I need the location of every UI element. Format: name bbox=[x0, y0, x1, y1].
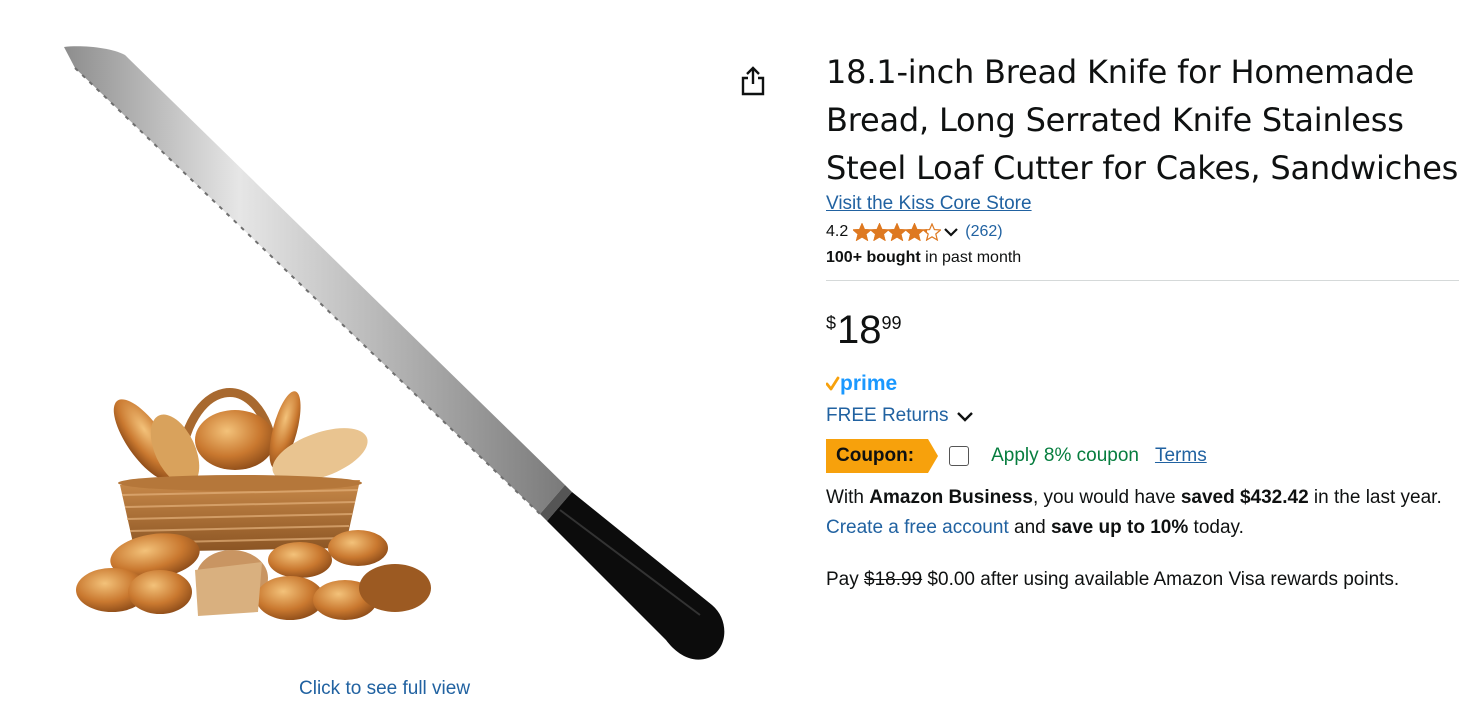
pay-text: Pay bbox=[826, 569, 865, 590]
product-image-area[interactable]: Click to see full view bbox=[0, 0, 790, 701]
prime-logo: prime bbox=[826, 372, 897, 395]
coupon-checkbox[interactable] bbox=[949, 446, 970, 466]
bread-basket-image bbox=[76, 388, 431, 620]
business-text: , you would have bbox=[1032, 487, 1181, 508]
prime-check-icon bbox=[826, 376, 840, 391]
chevron-down-icon bbox=[957, 412, 974, 422]
rating-value: 4.2 bbox=[826, 223, 849, 240]
business-text: in the last year. bbox=[1308, 487, 1442, 508]
business-discount: save up to 10% bbox=[1050, 517, 1189, 538]
rating-row: 4.2 (262) bbox=[826, 219, 1459, 245]
price: $ 18 99 bbox=[826, 309, 1459, 353]
returns-caret[interactable] bbox=[956, 410, 974, 422]
coupon-row: Coupon: Apply 8% coupon Terms bbox=[826, 439, 1459, 473]
star-rating[interactable] bbox=[853, 223, 942, 241]
free-returns-label: FREE Returns bbox=[826, 405, 949, 426]
apply-coupon-label[interactable]: Apply 8% coupon bbox=[991, 445, 1139, 467]
amazon-business-name: Amazon Business bbox=[869, 487, 1033, 508]
create-account-link[interactable]: Create a free account bbox=[826, 517, 1009, 538]
divider bbox=[826, 280, 1459, 281]
product-info: 18.1-inch Bread Knife for Homemade Bread… bbox=[826, 48, 1459, 595]
visa-rewards-offer: Pay $18.99 $0.00 after using available A… bbox=[826, 565, 1459, 595]
product-image[interactable] bbox=[0, 0, 790, 701]
prime-label: prime bbox=[840, 372, 897, 395]
full-view-link[interactable]: Click to see full view bbox=[299, 678, 470, 700]
bought-count: 100+ bought bbox=[826, 249, 921, 266]
price-fraction: 99 bbox=[881, 313, 902, 333]
bought-period: in past month bbox=[920, 249, 1022, 266]
pay-text: $0.00 after using available Amazon Visa … bbox=[922, 569, 1400, 590]
amazon-business-offer: With Amazon Business, you would have sav… bbox=[826, 483, 1459, 543]
coupon-badge: Coupon: bbox=[826, 439, 939, 473]
free-returns[interactable]: FREE Returns bbox=[826, 403, 1459, 429]
review-count-link[interactable]: (262) bbox=[965, 223, 1002, 241]
share-button[interactable] bbox=[740, 66, 774, 102]
chevron-down-icon bbox=[944, 228, 959, 237]
pay-old-price: $18.99 bbox=[864, 569, 923, 590]
stars-icon bbox=[853, 223, 942, 241]
bought-in-past-month: 100+ bought in past month bbox=[826, 249, 1459, 271]
business-text: and bbox=[1008, 517, 1051, 538]
business-savings: saved $432.42 bbox=[1180, 487, 1309, 508]
business-text: With bbox=[826, 487, 870, 508]
store-link[interactable]: Visit the Kiss Core Store bbox=[826, 193, 1032, 215]
product-title: 18.1-inch Bread Knife for Homemade Bread… bbox=[826, 53, 1459, 187]
rating-dropdown-caret[interactable] bbox=[943, 226, 959, 238]
prime-badge[interactable]: prime bbox=[826, 371, 1459, 397]
share-icon bbox=[741, 66, 765, 96]
coupon-terms-link[interactable]: Terms bbox=[1155, 445, 1207, 467]
price-whole: 18 bbox=[837, 308, 882, 352]
price-symbol: $ bbox=[826, 313, 837, 333]
business-text: today. bbox=[1188, 517, 1244, 538]
